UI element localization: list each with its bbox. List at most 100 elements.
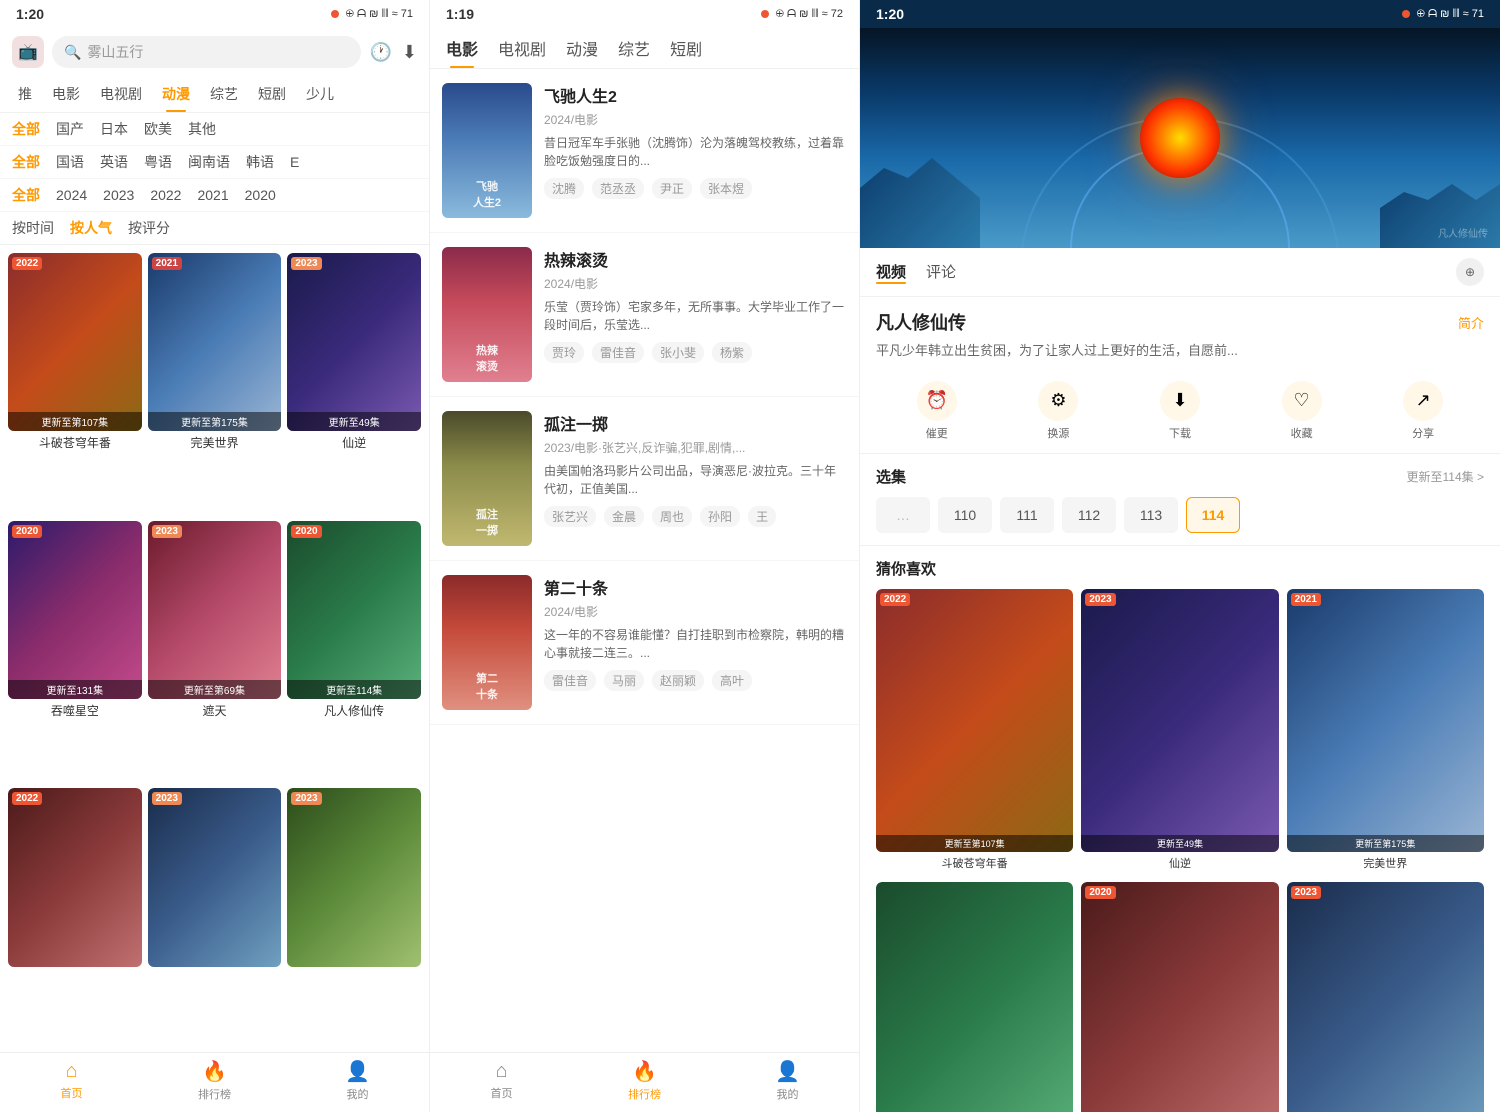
rec-item-3[interactable]: 凡人修仙传	[876, 882, 1073, 1112]
filter3-2020[interactable]: 2020	[245, 187, 276, 203]
actor-2-2[interactable]: 周也	[652, 506, 692, 527]
actor-3-1[interactable]: 马丽	[604, 670, 644, 691]
actor-3-2[interactable]: 赵丽颖	[652, 670, 704, 691]
actor-3-0[interactable]: 雷佳音	[544, 670, 596, 691]
actor-0-3[interactable]: 张本煜	[700, 178, 752, 199]
rec-item-4[interactable]: 2020	[1081, 882, 1278, 1112]
movie-poster-0: 飞驰人生2	[442, 83, 532, 218]
movie-item-0[interactable]: 飞驰人生2 飞驰人生2 2024/电影 昔日冠军车手张驰（沈腾饰）沦为落魄驾校教…	[430, 69, 859, 233]
right-tab-comment[interactable]: 评论	[926, 261, 956, 284]
movie-actors-1: 贾玲 雷佳音 张小斐 杨紫	[544, 342, 847, 363]
movie-item-2[interactable]: 孤注一掷 孤注一掷 2023/电影·张艺兴,反诈骗,犯罪,剧情,... 由美国帕…	[430, 397, 859, 561]
episode-prev[interactable]: …	[876, 497, 930, 533]
actor-2-4[interactable]: 王	[748, 506, 776, 527]
action-cuigeng[interactable]: ⏰ 催更	[917, 381, 957, 441]
action-download[interactable]: ⬇ 下载	[1160, 381, 1200, 441]
nav-tabs-left: 推 电影 电视剧 动漫 综艺 短剧 少儿	[0, 76, 429, 113]
share-circle-icon[interactable]: ⊕	[1456, 258, 1484, 286]
filter1-quanbu[interactable]: 全部	[12, 119, 40, 139]
mid-tab-zongyi[interactable]: 综艺	[618, 36, 650, 68]
filter2-quanbu[interactable]: 全部	[12, 152, 40, 172]
sort-rating[interactable]: 按评分	[128, 218, 170, 238]
filter3-quanbu[interactable]: 全部	[12, 185, 40, 205]
filter3-2023[interactable]: 2023	[103, 187, 134, 203]
sort-popularity[interactable]: 按人气	[70, 218, 112, 238]
actor-2-0[interactable]: 张艺兴	[544, 506, 596, 527]
movie-item-1[interactable]: 热辣滚烫 热辣滚烫 2024/电影 乐莹（贾玲饰）宅家多年，无所事事。大学毕业工…	[430, 233, 859, 397]
fanren-intro-btn[interactable]: 简介	[1458, 313, 1484, 332]
rec-item-0[interactable]: 2022 更新至第107集 斗破苍穹年番	[876, 589, 1073, 874]
bottom-nav-me-left[interactable]: 👤 我的	[286, 1059, 429, 1102]
action-favorite[interactable]: ♡ 收藏	[1282, 381, 1322, 441]
filter3-2022[interactable]: 2022	[150, 187, 181, 203]
actor-1-1[interactable]: 雷佳音	[592, 342, 644, 363]
bottom-nav-rank-mid[interactable]: 🔥 排行榜	[573, 1059, 716, 1102]
grid-item-5[interactable]: 2020 更新至114集 凡人修仙传	[287, 521, 421, 783]
actor-0-2[interactable]: 尹正	[652, 178, 692, 199]
history-icon[interactable]: 🕐	[369, 42, 391, 63]
nav-tab-duanju[interactable]: 短剧	[248, 76, 296, 112]
mid-tab-dianying[interactable]: 电影	[446, 36, 478, 68]
filter2-yueyu[interactable]: 粤语	[144, 152, 172, 172]
grid-item-8[interactable]: 2023	[287, 788, 421, 1033]
actor-3-3[interactable]: 高叶	[712, 670, 752, 691]
bottom-nav-home-left[interactable]: ⌂ 首页	[0, 1060, 143, 1101]
rec-item-1[interactable]: 2023 更新至49集 仙逆	[1081, 589, 1278, 874]
mid-tab-dianshiju[interactable]: 电视剧	[498, 36, 546, 68]
nav-tab-shaor[interactable]: 少儿	[296, 76, 344, 112]
episode-114[interactable]: 114	[1186, 497, 1240, 533]
filter1-riben[interactable]: 日本	[100, 119, 128, 139]
grid-item-7[interactable]: 2023	[148, 788, 282, 1033]
filter1-guochan[interactable]: 国产	[56, 119, 84, 139]
nav-tab-dianying[interactable]: 电影	[42, 76, 90, 112]
search-input-wrap[interactable]: 🔍 雾山五行	[52, 36, 361, 68]
nav-tab-zongyi[interactable]: 综艺	[200, 76, 248, 112]
filter1-oumei[interactable]: 欧美	[144, 119, 172, 139]
actor-1-2[interactable]: 张小斐	[652, 342, 704, 363]
bottom-nav-rank-left[interactable]: 🔥 排行榜	[143, 1059, 286, 1102]
filter2-e[interactable]: E	[290, 154, 299, 170]
nav-tab-dianshiju[interactable]: 电视剧	[90, 76, 152, 112]
movie-item-3[interactable]: 第二十条 第二十条 2024/电影 这一年的不容易谁能懂？自打挂职到市检察院，韩…	[430, 561, 859, 725]
mid-tab-duanju[interactable]: 短剧	[670, 36, 702, 68]
grid-title-8	[287, 967, 421, 973]
grid-item-0[interactable]: 2022 更新至第107集 斗破苍穹年番	[8, 253, 142, 515]
mid-tab-dongman[interactable]: 动漫	[566, 36, 598, 68]
actor-1-0[interactable]: 贾玲	[544, 342, 584, 363]
episode-more[interactable]: 更新至114集 >	[1407, 468, 1484, 485]
filter2-yingyu[interactable]: 英语	[100, 152, 128, 172]
bottom-nav-me-mid[interactable]: 👤 我的	[716, 1059, 859, 1102]
right-tab-video[interactable]: 视频	[876, 261, 906, 284]
episode-110[interactable]: 110	[938, 497, 992, 533]
grid-item-2[interactable]: 2023 更新至49集 仙逆	[287, 253, 421, 515]
actor-0-0[interactable]: 沈腾	[544, 178, 584, 199]
rec-item-2[interactable]: 2021 更新至第175集 完美世界	[1287, 589, 1484, 874]
filter3-2024[interactable]: 2024	[56, 187, 87, 203]
episode-113[interactable]: 113	[1124, 497, 1178, 533]
actor-2-1[interactable]: 金晨	[604, 506, 644, 527]
bottom-nav-home-mid[interactable]: ⌂ 首页	[430, 1060, 573, 1101]
actor-2-3[interactable]: 孙阳	[700, 506, 740, 527]
nav-tab-tui[interactable]: 推	[8, 76, 42, 112]
filter3-2021[interactable]: 2021	[197, 187, 228, 203]
rec-item-5[interactable]: 2023	[1287, 882, 1484, 1112]
filter2-minnanya[interactable]: 闽南语	[188, 152, 230, 172]
actor-0-1[interactable]: 范丞丞	[592, 178, 644, 199]
filter2-guoyu[interactable]: 国语	[56, 152, 84, 172]
nav-tab-dongman[interactable]: 动漫	[152, 76, 200, 112]
search-icon: 🔍	[64, 44, 81, 61]
filter1-qita[interactable]: 其他	[188, 119, 216, 139]
grid-item-6[interactable]: 2022	[8, 788, 142, 1033]
grid-item-4[interactable]: 2023 更新至第69集 遮天	[148, 521, 282, 783]
sort-time[interactable]: 按时间	[12, 218, 54, 238]
action-huanyuan[interactable]: ⚙ 换源	[1038, 381, 1078, 441]
download-icon[interactable]: ⬇	[402, 42, 417, 63]
actor-1-3[interactable]: 杨紫	[712, 342, 752, 363]
filter2-hanyu[interactable]: 韩语	[246, 152, 274, 172]
episode-112[interactable]: 112	[1062, 497, 1116, 533]
grid-item-3[interactable]: 2020 更新至131集 吞噬星空	[8, 521, 142, 783]
grid-item-1[interactable]: 2021 更新至第175集 完美世界	[148, 253, 282, 515]
episode-111[interactable]: 111	[1000, 497, 1054, 533]
action-share[interactable]: ↗ 分享	[1403, 381, 1443, 441]
video-hero[interactable]: 凡人修仙传	[860, 28, 1500, 248]
